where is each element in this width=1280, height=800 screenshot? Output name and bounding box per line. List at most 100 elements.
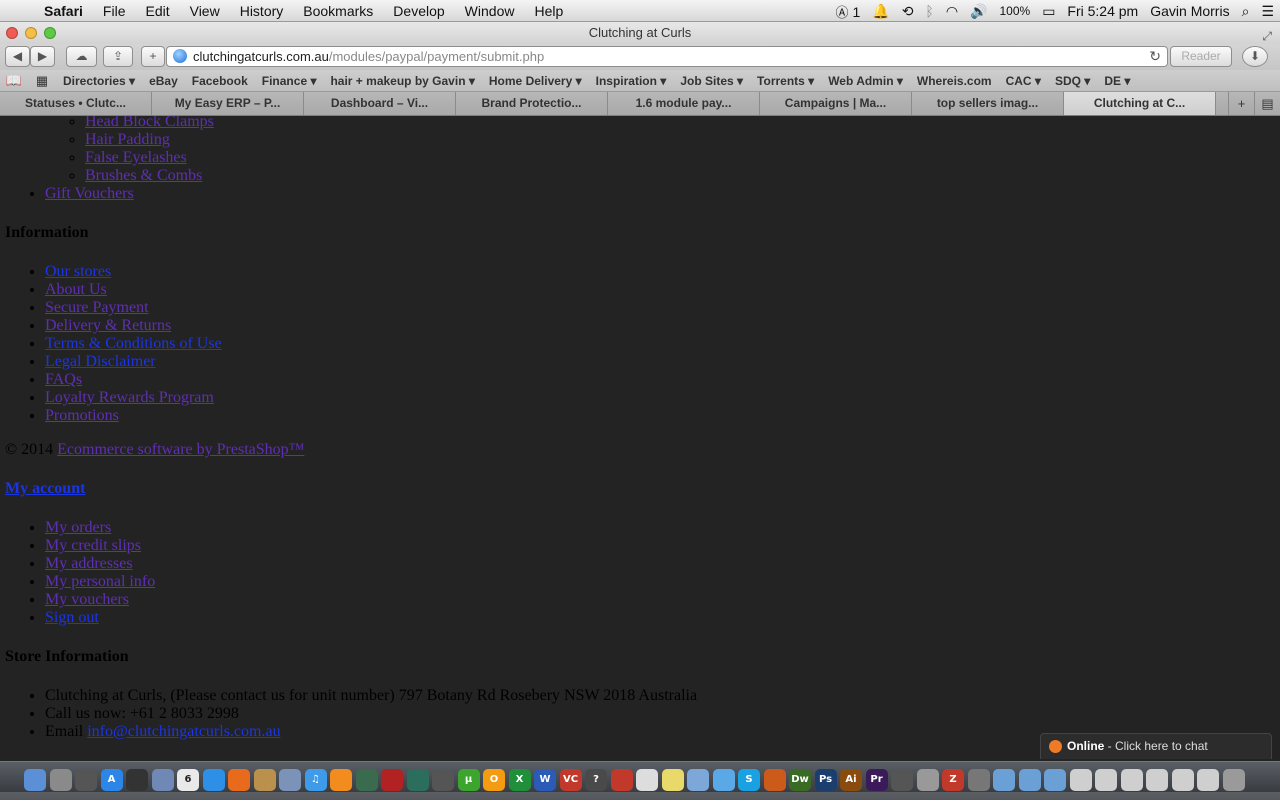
dock-doc-4-icon[interactable]: [1146, 769, 1168, 791]
tab-module-payment[interactable]: 1.6 module pay...: [608, 92, 760, 115]
tab-dashboard[interactable]: Dashboard – Vi...: [304, 92, 456, 115]
my-addresses-link[interactable]: My addresses: [45, 555, 133, 572]
reader-button[interactable]: Reader: [1170, 46, 1232, 67]
bookmark-ebay[interactable]: eBay: [142, 74, 185, 88]
forward-button[interactable]: ▶: [30, 46, 55, 67]
time-machine-icon[interactable]: ⟲: [902, 3, 914, 20]
dock-address-book-icon[interactable]: [253, 769, 276, 791]
volume-icon[interactable]: 🔊: [970, 3, 987, 20]
dock-skype-icon[interactable]: S: [738, 769, 760, 791]
delivery-returns-link[interactable]: Delivery & Returns: [45, 317, 171, 334]
bookmark-home-delivery[interactable]: Home Delivery ▾: [482, 74, 589, 88]
spotlight-search-icon[interactable]: ⌕: [1242, 3, 1250, 20]
about-us-link[interactable]: About Us: [45, 281, 107, 298]
dock-filezilla-icon[interactable]: Z: [942, 769, 964, 791]
tab-campaigns[interactable]: Campaigns | Ma...: [760, 92, 912, 115]
subcategory-link[interactable]: Head Block Clamps: [85, 116, 214, 130]
bookmark-hair-makeup[interactable]: hair + makeup by Gavin ▾: [323, 74, 481, 88]
adobe-status[interactable]: Ⓐ 1: [836, 2, 861, 21]
dock-word-icon[interactable]: W: [534, 769, 556, 791]
menu-bookmarks[interactable]: Bookmarks: [293, 0, 383, 22]
my-vouchers-link[interactable]: My vouchers: [45, 591, 129, 608]
dock-messages-icon[interactable]: [712, 769, 735, 791]
dock-preview-icon[interactable]: [151, 769, 174, 791]
legal-disclaimer-link[interactable]: Legal Disclaimer: [45, 353, 156, 370]
dock-help-icon[interactable]: ?: [585, 769, 607, 791]
menu-help[interactable]: Help: [524, 0, 573, 22]
bookmark-cac[interactable]: CAC ▾: [999, 74, 1048, 88]
dock-system-prefs-icon[interactable]: [967, 769, 990, 791]
tab-clutching-at-curls[interactable]: Clutching at C...: [1064, 92, 1216, 115]
dock-photo-booth-icon[interactable]: [381, 769, 403, 791]
minimize-window-button[interactable]: [25, 27, 37, 39]
dock-time-machine-icon[interactable]: [406, 769, 429, 791]
bookmark-finance[interactable]: Finance ▾: [255, 74, 324, 88]
subcategory-link[interactable]: Brushes & Combs: [85, 167, 202, 184]
wifi-icon[interactable]: ◠: [946, 3, 958, 20]
bookmark-directories[interactable]: Directories ▾: [56, 74, 142, 88]
dock-utorrent-icon[interactable]: μ: [457, 769, 480, 791]
back-button[interactable]: ◀: [5, 46, 30, 67]
dock-ibooks-icon[interactable]: [330, 769, 352, 791]
menu-app[interactable]: Safari: [40, 0, 93, 22]
tab-overview-icon[interactable]: ▤: [1254, 92, 1280, 115]
close-window-button[interactable]: [6, 27, 18, 39]
dock-stickies-icon[interactable]: [661, 769, 684, 791]
menu-view[interactable]: View: [180, 0, 230, 22]
bookmark-job-sites[interactable]: Job Sites ▾: [673, 74, 750, 88]
dock-activity-icon[interactable]: [610, 769, 633, 791]
clock[interactable]: Fri 5:24 pm: [1067, 3, 1138, 19]
subcategory-link[interactable]: Hair Padding: [85, 131, 170, 148]
secure-payment-link[interactable]: Secure Payment: [45, 299, 149, 316]
dock-app-store-icon[interactable]: A: [100, 769, 123, 791]
loyalty-link[interactable]: Loyalty Rewards Program: [45, 389, 214, 406]
menu-develop[interactable]: Develop: [383, 0, 454, 22]
subcategory-link[interactable]: False Eyelashes: [85, 149, 187, 166]
dock-launchpad-icon[interactable]: [49, 769, 72, 791]
dock-doc-5-icon[interactable]: [1171, 769, 1194, 791]
bookmark-de[interactable]: DE ▾: [1097, 74, 1137, 88]
dock-automator-icon[interactable]: [891, 769, 913, 791]
bookmark-sdq[interactable]: SDQ ▾: [1048, 74, 1097, 88]
tab-my-easy-erp[interactable]: My Easy ERP – P...: [152, 92, 304, 115]
our-stores-link[interactable]: Our stores: [45, 263, 111, 280]
new-tab-button[interactable]: +: [141, 46, 165, 67]
address-bar[interactable]: clutchingatcurls.com.au/modules/paypal/p…: [166, 46, 1168, 67]
bookmark-torrents[interactable]: Torrents ▾: [750, 74, 821, 88]
top-sites-grid-icon[interactable]: ▦: [28, 73, 56, 89]
my-personal-info-link[interactable]: My personal info: [45, 573, 155, 590]
dock-dashboard-icon[interactable]: [126, 769, 148, 791]
my-orders-link[interactable]: My orders: [45, 519, 111, 536]
dock-mission-control-icon[interactable]: [75, 769, 97, 791]
store-email-link[interactable]: info@clutchingatcurls.com.au: [87, 723, 280, 740]
bookmark-web-admin[interactable]: Web Admin ▾: [821, 74, 910, 88]
dock-doc-1-icon[interactable]: [1069, 769, 1092, 791]
menu-window[interactable]: Window: [455, 0, 525, 22]
faqs-link[interactable]: FAQs: [45, 371, 82, 388]
dock-photo-icon[interactable]: [355, 769, 378, 791]
dock-folder-2-icon[interactable]: [1018, 769, 1041, 791]
dock-calendar-icon[interactable]: 6: [177, 769, 199, 791]
bookmark-facebook[interactable]: Facebook: [185, 74, 255, 88]
dock-script-icon[interactable]: [916, 769, 939, 791]
dock-folder-3-icon[interactable]: [1044, 769, 1066, 791]
dock-safari-icon[interactable]: [202, 769, 225, 791]
dock-dreamweaver-icon[interactable]: Dw: [789, 769, 811, 791]
dock-finder-icon[interactable]: [24, 769, 46, 791]
dock-textedit-icon[interactable]: [636, 769, 658, 791]
reading-list-icon[interactable]: 📖: [0, 73, 28, 89]
dock-doc-3-icon[interactable]: [1120, 769, 1143, 791]
dock-premiere-icon[interactable]: Pr: [865, 769, 888, 791]
dock-folder-1-icon[interactable]: [993, 769, 1015, 791]
dock-trash-icon[interactable]: [1222, 769, 1245, 791]
dock-firefox-icon[interactable]: [228, 769, 250, 791]
dock-doc-2-icon[interactable]: [1095, 769, 1117, 791]
reload-icon[interactable]: ↻: [1149, 47, 1161, 66]
tab-statuses[interactable]: Statuses • Clutc...: [0, 92, 152, 115]
dock-photoshop-icon[interactable]: Ps: [814, 769, 837, 791]
terms-link[interactable]: Terms & Conditions of Use: [45, 335, 222, 352]
zoom-window-button[interactable]: [44, 27, 56, 39]
icloud-tabs-button[interactable]: ☁: [66, 46, 97, 67]
dock-doc-6-icon[interactable]: [1197, 769, 1219, 791]
dock-preview-2-icon[interactable]: [279, 769, 301, 791]
